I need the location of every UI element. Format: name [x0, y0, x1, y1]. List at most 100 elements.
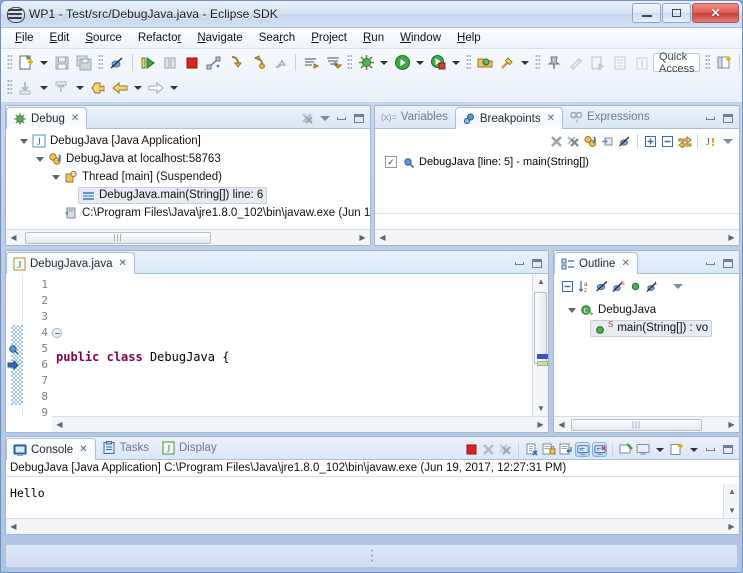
tab-display[interactable]: J Display [156, 437, 224, 459]
toolbar-grip-4[interactable] [466, 54, 471, 71]
open-type-button[interactable] [474, 52, 496, 73]
tree-item-launch[interactable]: J DebugJava [Java Application] [6, 132, 370, 150]
editor-vertical-ruler[interactable] [6, 274, 23, 416]
forward-navigate-dropdown[interactable] [167, 77, 181, 98]
disconnect-button[interactable] [203, 52, 225, 73]
save-all-button[interactable] [73, 52, 95, 73]
forward-history-dropdown[interactable] [73, 77, 87, 98]
collapse-all-icon[interactable] [660, 134, 675, 149]
step-into-button[interactable] [225, 52, 247, 73]
menu-run[interactable]: Run [355, 30, 392, 46]
skip-all-breakpoints-icon[interactable] [617, 134, 632, 149]
perspective-grip[interactable] [705, 54, 711, 71]
toolbar-grip-2[interactable] [98, 54, 103, 71]
scroll-track[interactable]: ||| [21, 231, 355, 245]
scroll-right-icon[interactable]: ▶ [355, 233, 370, 242]
close-icon[interactable]: ✕ [621, 258, 629, 269]
status-bar-grip[interactable] [369, 548, 374, 564]
editor-vscrollbar[interactable]: ▲ ▼ [532, 274, 548, 416]
menu-navigate[interactable]: Navigate [189, 30, 250, 46]
minimize-icon[interactable] [703, 256, 718, 271]
remove-all-launches-icon[interactable] [498, 442, 513, 457]
scroll-up-icon[interactable]: ▲ [533, 274, 548, 289]
link-with-debug-view-icon[interactable] [583, 134, 598, 149]
hide-local-types-icon[interactable]: L [645, 279, 660, 294]
tab-outline[interactable]: Outline ✕ [554, 252, 638, 274]
suspend-button[interactable] [159, 52, 181, 73]
step-return-button[interactable] [269, 52, 291, 73]
show-console-on-error-icon[interactable] [592, 442, 607, 457]
open-perspective-button[interactable] [713, 52, 735, 73]
view-menu-icon[interactable] [317, 111, 332, 126]
debug-view-hscrollbar[interactable]: ◀ ||| ▶ [6, 229, 370, 245]
toolbar-grip-3[interactable] [347, 54, 352, 71]
forward-history-button[interactable] [51, 77, 73, 98]
scroll-right-icon[interactable]: ▶ [724, 522, 739, 531]
menu-file[interactable]: File [7, 30, 42, 46]
resume-button[interactable] [137, 52, 159, 73]
maximize-icon[interactable] [351, 111, 366, 126]
outline-item-method[interactable]: S main(String[]) : vo [554, 319, 739, 337]
close-icon[interactable]: ✕ [71, 113, 79, 124]
tab-debug[interactable]: Debug ✕ [6, 107, 88, 129]
tab-breakpoints[interactable]: Breakpoints ✕ [454, 107, 563, 129]
breakpoint-item[interactable]: ✓ DebugJava [line: 5] - main(String[]) [385, 153, 739, 171]
tree-item-process[interactable]: C:\Program Files\Java\jre1.8.0_102\bin\j… [6, 204, 370, 222]
debug-button[interactable] [355, 52, 377, 73]
menu-edit[interactable]: Edit [42, 30, 78, 46]
drop-to-frame-button[interactable] [300, 52, 322, 73]
maximize-button[interactable] [662, 3, 691, 23]
maximize-icon[interactable] [720, 442, 735, 457]
scroll-up-icon[interactable]: ▲ [724, 484, 739, 499]
scroll-left-icon[interactable]: ◀ [6, 522, 21, 531]
scroll-track[interactable] [67, 418, 533, 432]
show-console-on-output-icon[interactable] [575, 442, 590, 457]
terminate-icon[interactable] [464, 442, 479, 457]
maximize-icon[interactable] [529, 256, 544, 271]
console-vscrollbar[interactable]: ▲ ▼ [723, 484, 739, 518]
close-icon[interactable]: ✕ [118, 258, 126, 269]
menu-window[interactable]: Window [392, 30, 449, 46]
tab-variables[interactable]: (x)= Variables [375, 106, 455, 128]
minimize-icon[interactable] [334, 111, 349, 126]
close-icon[interactable]: ✕ [547, 113, 555, 124]
close-button[interactable]: ✕ [692, 3, 739, 23]
tab-expressions[interactable]: x Expressions [563, 106, 657, 128]
remove-all-breakpoints-icon[interactable] [566, 134, 581, 149]
maximize-icon[interactable] [720, 111, 735, 126]
open-console-dropdown[interactable] [686, 442, 701, 457]
display-selected-console-icon[interactable] [635, 442, 650, 457]
clear-console-icon[interactable] [524, 442, 539, 457]
breakpoint-marker[interactable] [7, 343, 20, 356]
minimize-icon[interactable] [703, 111, 718, 126]
hide-non-public-icon[interactable] [628, 279, 643, 294]
word-wrap-icon[interactable] [558, 442, 573, 457]
run-dropdown[interactable] [413, 52, 427, 73]
back-navigate-dropdown[interactable] [131, 77, 145, 98]
search-button[interactable] [496, 52, 518, 73]
toolbar-grip-5[interactable] [535, 54, 540, 71]
toggle-markers-button[interactable] [631, 52, 653, 73]
external-tools-dropdown[interactable] [449, 52, 463, 73]
hide-static-icon[interactable]: S [611, 279, 626, 294]
last-edit-location-button[interactable] [87, 77, 109, 98]
run-external-tools-button[interactable] [427, 52, 449, 73]
breakpoints-hscrollbar[interactable]: ◀ ▶ [375, 229, 739, 245]
back-history-button[interactable] [15, 77, 37, 98]
minimize-icon[interactable] [512, 256, 527, 271]
sort-icon[interactable]: a z [577, 279, 592, 294]
scroll-track[interactable]: ||| [569, 418, 724, 432]
outline-hscrollbar[interactable]: ◀ ||| ▶ [554, 416, 739, 432]
remove-launch-icon[interactable] [481, 442, 496, 457]
remove-breakpoint-icon[interactable] [549, 134, 564, 149]
scroll-down-icon[interactable]: ▼ [533, 401, 548, 416]
display-selected-console-dropdown[interactable] [652, 442, 667, 457]
scroll-right-icon[interactable]: ▶ [724, 420, 739, 429]
maximize-icon[interactable] [720, 256, 735, 271]
show-breakpoints-supported-icon[interactable] [600, 134, 615, 149]
expand-all-icon[interactable] [643, 134, 658, 149]
add-java-exception-breakpoint-icon[interactable]: J [703, 134, 718, 149]
use-step-filters-button[interactable] [322, 52, 344, 73]
collapse-all-icon[interactable] [560, 279, 575, 294]
scroll-track[interactable] [21, 520, 724, 534]
